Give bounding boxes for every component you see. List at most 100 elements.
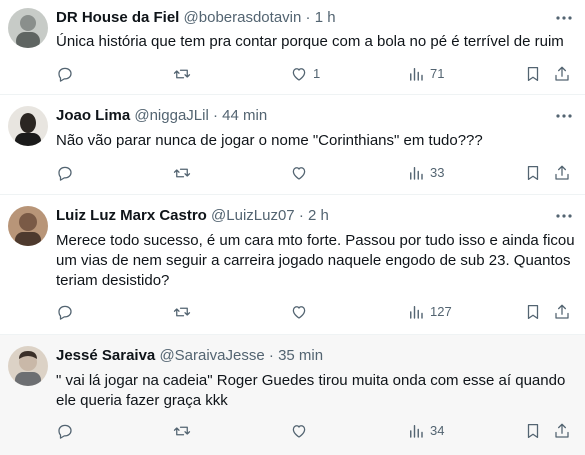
tweet-text-line: " vai lá jogar na cadeia" Roger Guedes t… [56,372,566,389]
separator-dot: · [298,207,304,224]
more-icon[interactable] [555,207,573,225]
avatar[interactable] [8,346,48,386]
repost-icon [173,69,191,79]
bookmark-icon [527,66,539,82]
share-button[interactable] [553,302,571,322]
action-bar: 1 71 [56,64,573,84]
like-icon [292,425,306,438]
tweet[interactable]: Jessé Saraiva @SaraivaJesse · 35 min " v… [0,335,585,455]
reply-button[interactable] [56,64,79,84]
avatar[interactable] [8,206,48,246]
share-icon [555,304,569,319]
share-button[interactable] [553,421,571,441]
action-bar: 34 [56,421,573,441]
views-count: 34 [430,423,445,438]
tweet-text-line: um vias de nem seguir a carreira jogado … [56,252,571,269]
like-icon [292,167,306,180]
share-icon [555,66,569,81]
tweet-header: DR House da Fiel @boberasdotavin · 1 h [56,8,336,28]
user-handle[interactable]: @niggaJLil [134,107,208,124]
views-icon [410,68,423,81]
display-name[interactable]: DR House da Fiel [56,9,179,26]
separator-dot: · [268,347,274,364]
display-name[interactable]: Luiz Luz Marx Castro [56,207,207,224]
bookmark-button[interactable] [524,421,542,441]
reply-feed: DR House da Fiel @boberasdotavin · 1 h Ú… [0,0,585,455]
tweet-text: Merece todo sucesso, é um cara mto forte… [56,231,576,291]
reply-icon [58,166,72,181]
views-button[interactable]: 33 [407,163,444,183]
tweet[interactable]: Luiz Luz Marx Castro @LuizLuz07 · 2 h Me… [0,195,585,335]
timestamp[interactable]: 1 h [315,9,336,26]
views-button[interactable]: 71 [407,64,444,84]
reply-icon [58,305,72,320]
more-icon[interactable] [555,9,573,27]
tweet[interactable]: DR House da Fiel @boberasdotavin · 1 h Ú… [0,0,585,95]
separator-dot: · [212,107,218,124]
tweet-header: Jessé Saraiva @SaraivaJesse · 35 min [56,346,323,366]
reply-icon [58,424,72,439]
reply-button[interactable] [56,421,79,441]
user-handle[interactable]: @boberasdotavin [184,9,302,26]
tweet-text: Única história que tem pra contar porque… [56,32,576,52]
repost-button[interactable] [173,421,196,441]
repost-button[interactable] [173,64,196,84]
repost-icon [173,168,191,178]
repost-icon [173,426,191,436]
share-icon [555,423,569,438]
share-icon [555,165,569,180]
more-icon[interactable] [555,107,573,125]
views-button[interactable]: 34 [407,421,444,441]
views-count: 33 [430,165,445,180]
tweet-text-line: teriam desistido? [56,272,170,289]
like-icon [292,68,306,81]
share-button[interactable] [553,163,571,183]
avatar-image [8,8,48,48]
avatar-image [8,106,48,146]
avatar[interactable] [8,8,48,48]
like-button[interactable]: 1 [290,64,320,84]
views-icon [410,167,423,180]
separator-dot: · [305,9,311,26]
bookmark-icon [527,304,539,320]
timestamp[interactable]: 35 min [278,347,323,364]
views-icon [410,306,423,319]
reply-button[interactable] [56,163,79,183]
bookmark-button[interactable] [524,163,542,183]
bookmark-icon [527,165,539,181]
action-bar: 127 [56,302,573,322]
tweet-text-line: ele queria fazer graça kkk [56,392,228,409]
avatar[interactable] [8,106,48,146]
like-icon [292,306,306,319]
repost-button[interactable] [173,302,196,322]
tweet[interactable]: Joao Lima @niggaJLil · 44 min Não vão pa… [0,95,585,195]
like-count: 1 [313,66,321,81]
display-name[interactable]: Joao Lima [56,107,130,124]
tweet-text-line: Merece todo sucesso, é um cara mto forte… [56,232,575,249]
bookmark-button[interactable] [524,64,542,84]
bookmark-icon [527,423,539,439]
action-bar: 33 [56,163,573,183]
tweet-text-line: Única história que tem pra contar porque… [56,33,564,50]
timestamp[interactable]: 2 h [308,207,329,224]
views-count: 127 [430,304,452,319]
reply-button[interactable] [56,302,79,322]
reply-icon [58,67,72,82]
share-button[interactable] [553,64,571,84]
user-handle[interactable]: @SaraivaJesse [159,347,264,364]
avatar-image [8,206,48,246]
like-button[interactable] [290,163,313,183]
tweet-text: " vai lá jogar na cadeia" Roger Guedes t… [56,371,576,411]
repost-button[interactable] [173,163,196,183]
views-count: 71 [430,66,445,81]
like-button[interactable] [290,302,313,322]
views-button[interactable]: 127 [407,302,452,322]
bookmark-button[interactable] [524,302,542,322]
timestamp[interactable]: 44 min [222,107,267,124]
tweet-text: Não vão parar nunca de jogar o nome "Cor… [56,131,576,151]
display-name[interactable]: Jessé Saraiva [56,347,155,364]
views-icon [410,425,423,438]
like-button[interactable] [290,421,313,441]
user-handle[interactable]: @LuizLuz07 [211,207,295,224]
tweet-header: Luiz Luz Marx Castro @LuizLuz07 · 2 h [56,206,329,226]
